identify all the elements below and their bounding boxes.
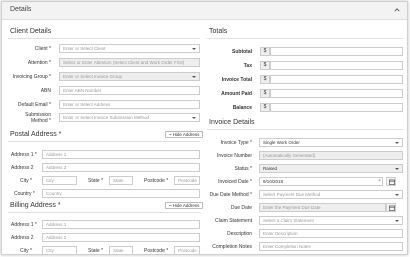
invoiced-date-calendar-button[interactable] bbox=[386, 177, 396, 186]
claim-statement-label: Claim Statement bbox=[215, 218, 252, 224]
invoicing-group-select[interactable]: Enter or Select Invoice Group bbox=[59, 72, 200, 81]
invoice-type-select[interactable]: Single Work Order bbox=[259, 138, 403, 147]
submission-method-select[interactable]: Enter or Select Invoice Submission Metho… bbox=[59, 113, 200, 122]
postal-city-input[interactable]: City bbox=[42, 176, 77, 185]
amount-paid-value bbox=[270, 89, 403, 98]
default-email-input[interactable]: Enter or Select Address bbox=[59, 100, 200, 109]
invoice-total-value bbox=[270, 75, 403, 84]
postal-city-label: City * bbox=[20, 178, 32, 184]
description-input[interactable]: Enter Description bbox=[259, 229, 403, 238]
balance-value bbox=[270, 103, 403, 112]
subtotal-value bbox=[270, 47, 403, 56]
invoice-number-input: (Automatically Generated) bbox=[259, 151, 403, 160]
postal-country-input[interactable]: Country bbox=[42, 189, 200, 198]
status-label: Status * bbox=[234, 166, 252, 172]
currency-sign: $ bbox=[260, 61, 270, 70]
postal-country-label: Country * bbox=[14, 191, 35, 197]
postal-address2-label: Address 2 bbox=[11, 165, 34, 171]
postal-state-label: State * bbox=[88, 178, 104, 184]
billing-address2-label: Address 2 bbox=[11, 235, 34, 241]
due-date-label: Due Date bbox=[230, 205, 252, 211]
due-date-calendar-button[interactable] bbox=[386, 203, 396, 212]
invoice-total-label: Invoice Total bbox=[221, 77, 252, 83]
billing-address1-label: Address 1 * bbox=[11, 222, 37, 228]
attention-label: Attention * bbox=[27, 60, 51, 66]
attention-select[interactable]: Select or Enter Attention (Select Client… bbox=[59, 58, 200, 67]
due-date-method-label: Due Date Method * bbox=[209, 192, 252, 198]
billing-address2-input[interactable]: Address 2 bbox=[42, 233, 200, 242]
invoiced-date-label: Invoiced Date * bbox=[218, 179, 252, 185]
due-date-method-select[interactable]: Select Payment Due Method bbox=[259, 190, 403, 199]
divider bbox=[207, 38, 403, 39]
hide-postal-address-button[interactable]: −Hide Address bbox=[165, 131, 204, 138]
invoice-number-label: Invoice Number bbox=[216, 153, 252, 159]
postal-address1-input[interactable]: Address 1 bbox=[42, 150, 200, 159]
minus-icon: − bbox=[169, 132, 172, 137]
calendar-icon bbox=[389, 179, 395, 185]
amount-paid-label: Amount Paid bbox=[221, 91, 252, 97]
divider bbox=[8, 141, 200, 142]
currency-sign: $ bbox=[260, 89, 270, 98]
balance-label: Balance bbox=[232, 105, 252, 111]
details-panel: Details Client Details Client * Enter or… bbox=[1, 1, 408, 255]
invoiced-date-input[interactable]: 9/10/2018 bbox=[259, 177, 383, 186]
status-select[interactable]: Raised bbox=[259, 164, 403, 173]
postal-address2-input[interactable]: Address 2 bbox=[42, 163, 200, 172]
description-label: Description bbox=[226, 231, 252, 237]
default-email-label: Default Email * bbox=[17, 102, 51, 108]
abn-input[interactable]: Enter ABN Number bbox=[59, 86, 200, 95]
divider bbox=[207, 129, 403, 130]
panel-title: Details bbox=[10, 6, 32, 13]
claim-statement-select[interactable]: Select a Claim Statement bbox=[259, 216, 403, 225]
invoice-details-title: Invoice Details bbox=[209, 119, 255, 126]
clear-date-icon[interactable]: × bbox=[378, 178, 381, 184]
tax-value bbox=[270, 61, 403, 70]
currency-sign: $ bbox=[260, 47, 270, 56]
divider bbox=[8, 212, 200, 213]
billing-postcode-input[interactable]: Postcode bbox=[174, 246, 200, 254]
postal-address1-label: Address 1 * bbox=[11, 152, 37, 158]
billing-city-input[interactable]: City bbox=[42, 246, 77, 254]
currency-sign: $ bbox=[260, 103, 270, 112]
divider bbox=[8, 38, 200, 39]
billing-state-label: State * bbox=[88, 248, 104, 254]
invoicing-group-label: Invoicing Group * bbox=[12, 74, 51, 80]
client-select[interactable]: Enter or Select Client bbox=[59, 44, 200, 53]
postal-address-title: Postal Address * bbox=[10, 131, 62, 138]
billing-address1-input[interactable]: Address 1 bbox=[42, 220, 200, 229]
postal-postcode-label: Postcode * bbox=[144, 178, 169, 184]
submission-method-label-2: Method * bbox=[30, 118, 51, 124]
client-details-title: Client Details bbox=[10, 28, 52, 35]
billing-address-title: Billing Address * bbox=[10, 202, 61, 209]
completion-notes-input[interactable]: Enter Completion Notes bbox=[259, 242, 403, 251]
postal-postcode-input[interactable]: Postcode bbox=[174, 176, 200, 185]
billing-postcode-label: Postcode * bbox=[144, 248, 169, 254]
client-label: Client * bbox=[34, 46, 51, 52]
billing-state-input[interactable]: State bbox=[109, 246, 133, 254]
currency-sign: $ bbox=[260, 75, 270, 84]
hide-billing-address-button[interactable]: −Hide Address bbox=[165, 202, 204, 209]
panel-header[interactable]: Details bbox=[2, 2, 407, 20]
completion-notes-label: Completion Notes bbox=[212, 244, 252, 250]
tax-label: Tax bbox=[243, 63, 252, 69]
abn-label: ABN bbox=[40, 88, 51, 94]
minus-icon: − bbox=[169, 203, 172, 208]
postal-state-input[interactable]: State bbox=[109, 176, 133, 185]
billing-city-label: City * bbox=[20, 248, 32, 254]
chevron-up-icon[interactable] bbox=[394, 7, 400, 13]
subtotal-label: Subtotal bbox=[232, 49, 252, 55]
totals-title: Totals bbox=[209, 28, 228, 35]
invoice-type-label: Invoice Type * bbox=[220, 140, 252, 146]
calendar-icon bbox=[389, 205, 395, 211]
due-date-input[interactable]: Enter the Payment Due Date bbox=[259, 203, 386, 212]
